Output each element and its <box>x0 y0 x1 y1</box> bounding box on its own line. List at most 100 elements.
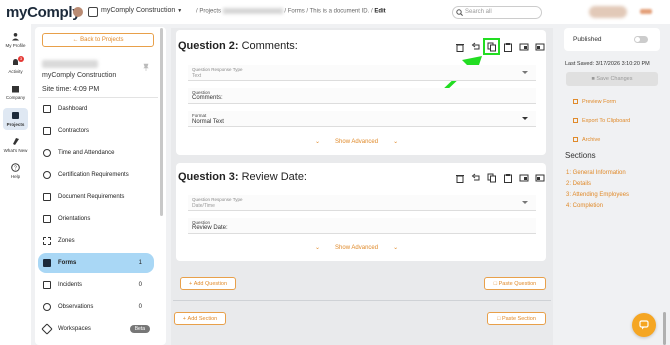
back-to-projects-button[interactable]: ← Back to Projects <box>42 33 154 47</box>
format-select[interactable] <box>188 111 536 127</box>
response-type-value: Text <box>192 73 202 79</box>
breadcrumb-forms[interactable]: / Forms <box>284 9 304 15</box>
show-advanced-toggle[interactable]: ⌄ Show Advanced ⌄ <box>315 138 398 145</box>
project-name-blurred <box>42 60 98 68</box>
user-menu[interactable] <box>640 9 652 14</box>
undo-icon[interactable] <box>471 42 481 52</box>
paste-section-button[interactable]: □ Paste Section <box>487 312 546 325</box>
dashboard-icon <box>43 105 51 113</box>
org-avatar[interactable] <box>73 7 83 17</box>
sidebar-item-forms[interactable]: Forms 1 <box>38 253 154 273</box>
show-advanced-toggle[interactable]: ⌄ Show Advanced ⌄ <box>315 244 398 251</box>
sidebar-item-count: 0 <box>138 304 142 310</box>
briefcase-icon <box>43 127 51 135</box>
nav-company[interactable]: Company <box>0 84 31 100</box>
save-changes-button[interactable]: ■ Save Changes <box>566 72 658 86</box>
sidebar-item-zones[interactable]: Zones <box>38 231 154 251</box>
sidebar-item-incidents[interactable]: Incidents 0 <box>38 275 154 295</box>
question-value: Review Date: <box>192 225 228 231</box>
sidebar-item-document-requirements[interactable]: Document Requirements <box>38 187 154 207</box>
section-link[interactable]: 1: General Information <box>566 170 626 176</box>
question-text-field[interactable] <box>188 88 536 104</box>
back-arrow-icon: ← <box>72 37 79 43</box>
svg-text:?: ? <box>14 166 17 172</box>
published-toggle[interactable] <box>634 36 648 43</box>
section-link[interactable]: 4: Completion <box>566 203 603 209</box>
forms-icon <box>43 259 51 267</box>
sidebar-item-label: Certification Requirements <box>58 172 129 178</box>
nav-my-profile[interactable]: My Profile <box>0 32 31 48</box>
double-chevron-icon: ⌄ <box>393 139 399 145</box>
nav-label: Company <box>5 95 26 100</box>
clipboard-icon[interactable] <box>503 42 513 52</box>
nav-activity[interactable]: Activity <box>0 58 31 74</box>
org-icon <box>88 7 98 17</box>
site-time: Site time: 4:09 PM <box>42 86 100 93</box>
workspaces-icon <box>41 323 53 335</box>
beta-badge: Beta <box>129 325 150 333</box>
move-down-icon[interactable] <box>519 173 529 183</box>
copy-icon[interactable] <box>487 42 497 52</box>
sidebar-item-count: 1 <box>138 260 142 266</box>
archive-icon <box>573 137 578 143</box>
delete-icon[interactable] <box>455 42 465 52</box>
sidebar-scrollbar[interactable] <box>160 28 163 216</box>
clipboard-icon[interactable] <box>503 173 513 183</box>
move-up-icon[interactable] <box>535 173 545 183</box>
sidebar-item-contractors[interactable]: Contractors <box>38 121 154 141</box>
show-advanced-label: Show Advanced <box>335 139 379 145</box>
user-avatar[interactable] <box>589 6 627 18</box>
sidebar-item-orientations[interactable]: Orientations <box>38 209 154 229</box>
paste-question-label: Paste Question <box>498 280 537 287</box>
sidebar-item-dashboard[interactable]: Dashboard <box>38 99 154 119</box>
breadcrumb-project-blurred[interactable] <box>222 8 283 14</box>
nav-projects[interactable]: Projects <box>3 108 28 130</box>
page-scrollbar[interactable] <box>663 312 666 345</box>
paste-question-button[interactable]: □ Paste Question <box>484 277 546 290</box>
project-org-name: myComply Construction <box>42 72 117 79</box>
chat-icon <box>639 320 649 330</box>
preview-icon <box>573 99 578 105</box>
breadcrumb-projects[interactable]: / Projects <box>196 9 221 15</box>
copy-icon[interactable] <box>487 173 497 183</box>
field-label: Question Response Type <box>192 197 243 202</box>
sidebar-item-observations[interactable]: Observations 0 <box>38 297 154 317</box>
question-title: Question 2: Comments: <box>178 40 298 52</box>
nav-help[interactable]: ? Help <box>0 163 31 179</box>
app-logo[interactable]: myComply <box>6 4 81 21</box>
question-text-field[interactable] <box>188 218 536 234</box>
nav-label: My Profile <box>5 43 26 48</box>
sidebar-item-label: Document Requirements <box>58 194 125 200</box>
add-section-label: Add Section <box>187 315 218 322</box>
building-icon <box>12 86 19 93</box>
sidebar-item-workspaces[interactable]: Workspaces Beta <box>38 319 154 339</box>
undo-icon[interactable] <box>471 173 481 183</box>
sidebar-item-time-attendance[interactable]: Time and Attendance <box>38 143 154 163</box>
field-label: Format <box>192 113 207 118</box>
observations-icon <box>43 303 51 311</box>
nav-whats-new[interactable]: What's New <box>0 137 31 153</box>
chevron-down-icon <box>522 71 528 74</box>
sidebar-item-count: 0 <box>138 282 142 288</box>
zones-icon <box>43 237 51 245</box>
pin-icon[interactable] <box>143 63 149 71</box>
sidebar-item-certification-requirements[interactable]: Certification Requirements <box>38 165 154 185</box>
archive-link[interactable]: Archive <box>573 137 600 143</box>
chevron-down-icon <box>522 117 528 120</box>
breadcrumb-document[interactable]: / This is a document ID. <box>306 9 369 15</box>
sidebar-item-label: Zones <box>58 238 75 244</box>
preview-form-link[interactable]: Preview Form <box>573 99 616 105</box>
add-question-button[interactable]: + Add Question <box>180 277 236 290</box>
section-link[interactable]: 2: Details <box>566 181 591 187</box>
move-up-icon[interactable] <box>535 42 545 52</box>
org-switcher[interactable]: myComply Construction ▼ <box>101 7 182 14</box>
rocket-icon <box>13 138 19 145</box>
export-clipboard-link[interactable]: Export To Clipboard <box>573 118 630 124</box>
add-section-button[interactable]: + Add Section <box>174 312 226 325</box>
section-link[interactable]: 3: Attending Employees <box>566 192 629 198</box>
nav-label: What's New <box>3 148 28 153</box>
sidebar-item-label: Time and Attendance <box>58 150 115 156</box>
delete-icon[interactable] <box>455 173 465 183</box>
move-down-icon[interactable] <box>519 42 529 52</box>
projects-icon <box>12 112 19 119</box>
